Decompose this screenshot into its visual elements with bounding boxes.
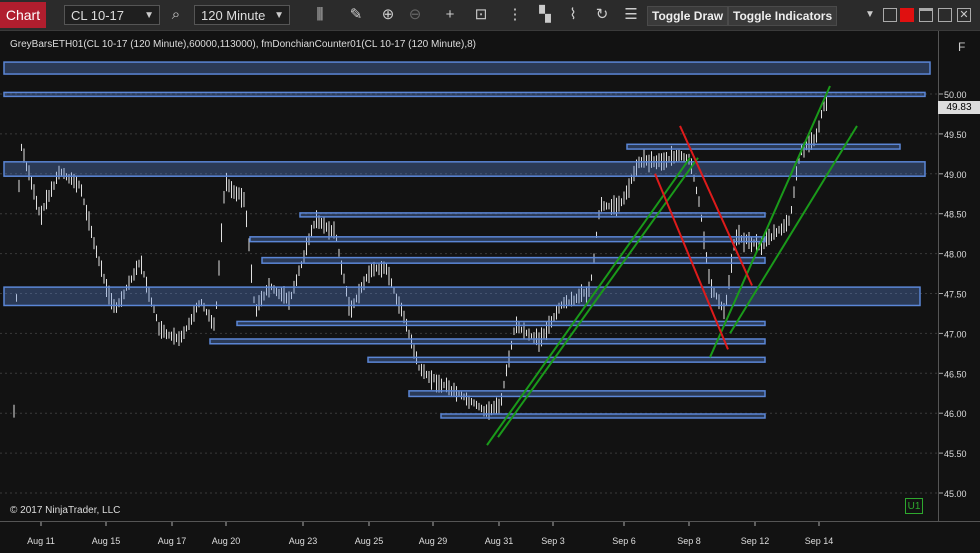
- price-label: 46.50: [944, 369, 967, 379]
- chevron-down-icon: ▼: [144, 10, 154, 21]
- price-chart: [0, 61, 938, 494]
- price-label: 49.00: [944, 170, 967, 180]
- zone-rectangle: [249, 236, 766, 243]
- zone-rectangle: [408, 390, 766, 398]
- price-label: 50.00: [944, 90, 967, 100]
- date-axis[interactable]: Aug 11 Aug 15 Aug 17 Aug 20 Aug 23 Aug 25 Aug …: [0, 521, 980, 553]
- properties-icon[interactable]: ☰: [621, 5, 641, 25]
- maximize-icon[interactable]: [938, 8, 952, 22]
- price-label: 48.00: [944, 250, 967, 260]
- date-label: Aug 17: [158, 536, 187, 546]
- bar-style-icon[interactable]: ⫼: [310, 5, 330, 25]
- date-label: Aug 15: [92, 536, 121, 546]
- price-label: 46.00: [944, 409, 967, 419]
- price-label: 45.50: [944, 449, 967, 459]
- date-label: Sep 6: [612, 536, 636, 546]
- crosshair-icon[interactable]: +: [440, 5, 460, 25]
- panel-badge: U1: [905, 498, 923, 514]
- instrument-link-icon[interactable]: [900, 8, 914, 22]
- date-label: Aug 11: [27, 536, 55, 546]
- chevron-down-icon: ▼: [274, 10, 284, 21]
- toggle-indicators-button[interactable]: Toggle Indicators: [728, 6, 838, 26]
- link-color-icon[interactable]: [883, 8, 897, 22]
- zone-rectangle: [3, 161, 926, 177]
- chart-panel[interactable]: GreyBarsETH01(CL 10-17 (120 Minute),6000…: [0, 31, 938, 521]
- copyright-text: © 2017 NinjaTrader, LLC: [10, 505, 121, 516]
- zoom-in-icon[interactable]: ⊕: [378, 5, 398, 25]
- date-label: Aug 29: [419, 536, 448, 546]
- zone-rectangle: [626, 143, 901, 150]
- chart-toolbar: Chart CL 10-17 ▼ ⌕ 120 Minute ▼ ⫼ ✎ ⊕ ⊖ …: [0, 0, 980, 31]
- pencil-icon[interactable]: ✎: [346, 5, 366, 25]
- date-label: Sep 12: [741, 536, 770, 546]
- zoom-out-icon[interactable]: ⊖: [405, 5, 425, 25]
- price-bars: [13, 93, 827, 420]
- minimize-icon[interactable]: [919, 8, 933, 22]
- zone-rectangle: [367, 356, 766, 363]
- date-label: Sep 14: [805, 536, 834, 546]
- interval-selector[interactable]: 120 Minute ▼: [194, 5, 290, 25]
- indicators-icon[interactable]: ⋮: [505, 5, 525, 25]
- close-icon[interactable]: ✕: [957, 8, 971, 22]
- indicator-label: GreyBarsETH01(CL 10-17 (120 Minute),6000…: [10, 39, 476, 50]
- search-icon[interactable]: ⌕: [166, 5, 186, 25]
- data-box-icon[interactable]: ⊡: [471, 5, 491, 25]
- instrument-selector[interactable]: CL 10-17 ▼: [64, 5, 160, 25]
- date-label: Aug 25: [355, 536, 384, 546]
- price-label: 45.00: [944, 489, 967, 499]
- price-label: 47.00: [944, 329, 967, 339]
- window-menu-chevron-icon[interactable]: ▼: [860, 5, 880, 25]
- zone-rectangle: [3, 91, 926, 98]
- zone-rectangle: [3, 61, 931, 75]
- zone-rectangles: [3, 61, 931, 419]
- interval-value: 120 Minute: [201, 8, 266, 23]
- zone-rectangle: [3, 286, 921, 307]
- drawing-tools-icon[interactable]: ⌇: [563, 5, 583, 25]
- instrument-value: CL 10-17: [71, 8, 124, 23]
- toggle-draw-button[interactable]: Toggle Draw: [647, 6, 729, 26]
- zone-rectangle: [440, 413, 766, 419]
- zone-rectangle: [236, 320, 766, 327]
- chart-window-title: Chart: [0, 2, 46, 28]
- date-label: Sep 8: [677, 536, 701, 546]
- trend-line: [709, 85, 831, 358]
- reload-icon[interactable]: ↻: [592, 5, 612, 25]
- date-label: Aug 20: [212, 536, 241, 546]
- date-label: Aug 23: [289, 536, 318, 546]
- strategies-icon[interactable]: ▚: [535, 5, 555, 25]
- price-label: 48.50: [944, 210, 967, 220]
- zone-rectangle: [209, 338, 766, 345]
- date-label: Aug 31: [485, 536, 514, 546]
- zone-rectangle: [299, 212, 766, 218]
- price-label: 49.50: [944, 130, 967, 140]
- price-label: 47.50: [944, 290, 967, 300]
- date-axis-labels: Aug 11 Aug 15 Aug 17 Aug 20 Aug 23 Aug 25 Aug …: [27, 522, 834, 546]
- date-label: Sep 3: [541, 536, 565, 546]
- current-price-marker: 49.83: [938, 101, 980, 114]
